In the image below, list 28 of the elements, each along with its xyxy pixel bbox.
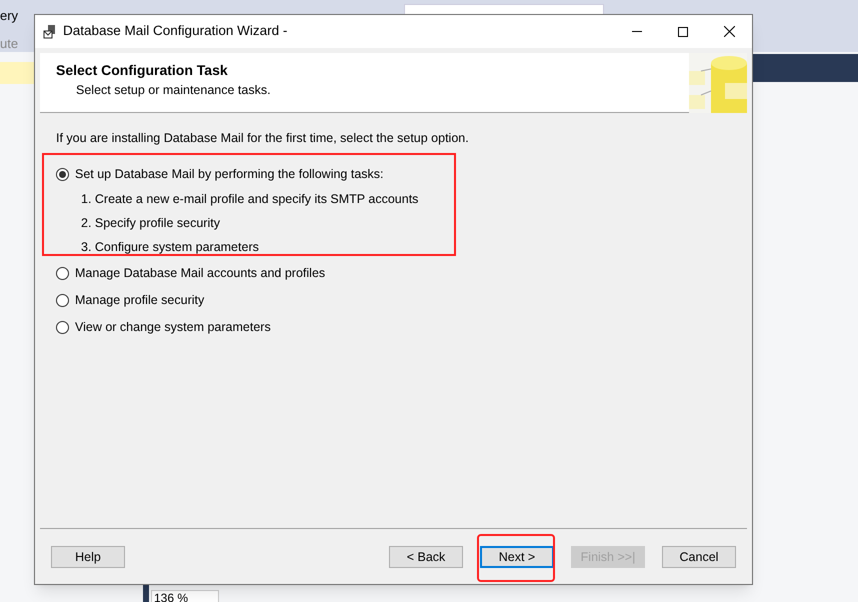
editor-edge xyxy=(143,585,149,602)
close-icon xyxy=(724,26,734,37)
radio-label[interactable]: Manage Database Mail accounts and profiles xyxy=(75,264,326,284)
mail-database-icon xyxy=(43,24,57,38)
dialog-button[interactable]: Cancel xyxy=(662,546,736,568)
radio-button[interactable] xyxy=(56,321,69,334)
window-title: Database Mail Configuration Wizard - xyxy=(63,22,288,40)
dialog-button[interactable]: < Back xyxy=(389,546,463,568)
radio-label[interactable]: Set up Database Mail by performing the following tasks: xyxy=(75,165,384,184)
task-step: 1. Create a new e-mail profile and specify its SMTP accounts xyxy=(56,190,731,208)
radio-button[interactable] xyxy=(56,294,69,308)
highlighted-row xyxy=(0,62,34,84)
maximize-icon xyxy=(678,26,688,36)
menu-item[interactable]: ery xyxy=(0,6,18,26)
page-subtitle: Select setup or maintenance tasks. xyxy=(75,82,271,99)
zoom-combo[interactable]: 136 % xyxy=(151,590,219,602)
radio-button[interactable] xyxy=(56,267,69,280)
minimize-icon xyxy=(632,30,642,32)
radio-label[interactable]: Manage profile security xyxy=(75,291,204,310)
radio-label[interactable]: View or change system parameters xyxy=(75,318,271,338)
task-step: 3. Configure system parameters xyxy=(56,238,731,256)
page-title: Select Configuration Task xyxy=(56,61,229,80)
radio-button[interactable] xyxy=(56,168,69,182)
intro-text: If you are installing Database Mail for the first time, select the setup option. xyxy=(56,130,470,147)
task-step: 2. Specify profile security xyxy=(56,214,731,232)
dialog-button[interactable]: Help xyxy=(51,546,125,568)
dialog-button[interactable]: Next > xyxy=(480,546,554,568)
toolbar-label: ute xyxy=(0,35,18,53)
